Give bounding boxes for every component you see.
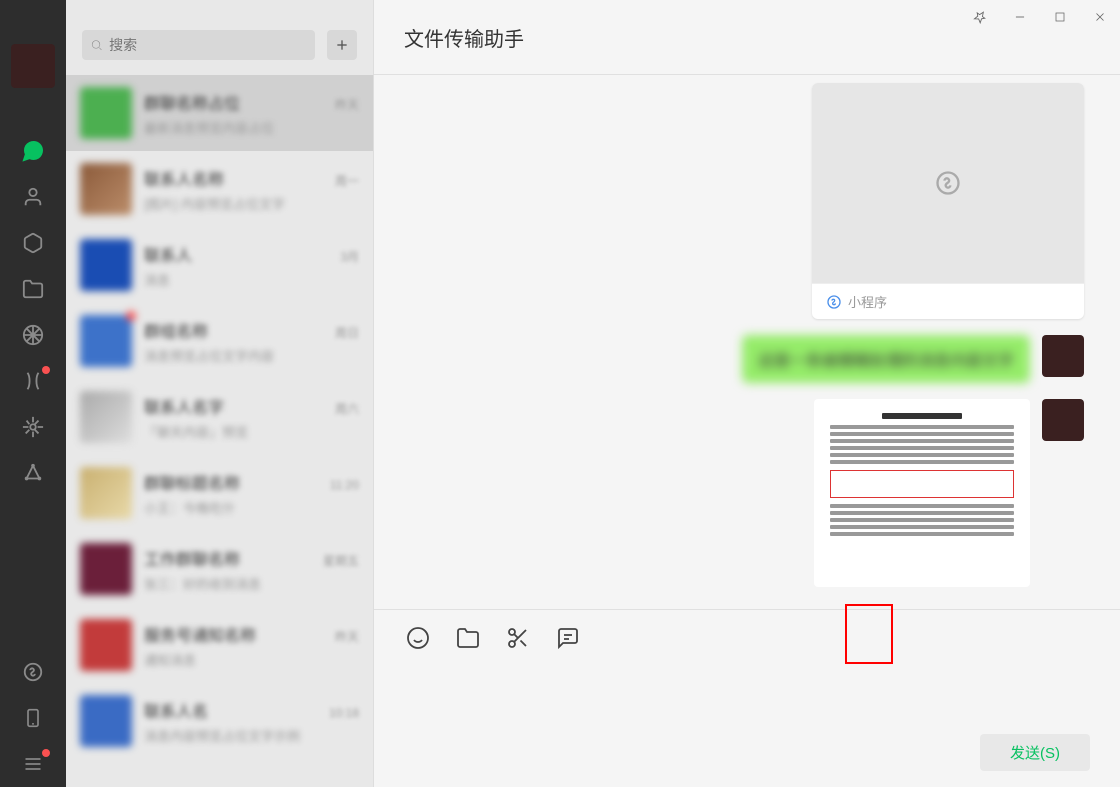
sender-avatar[interactable] xyxy=(1042,335,1084,377)
chat-list-panel: 群聊名称占位 昨天 最新消息预览内容占位 联系人名称 周一 [图片] 内容预览占… xyxy=(66,0,374,787)
sender-avatar[interactable] xyxy=(1042,399,1084,441)
chat-name: 工作群聊名称 xyxy=(144,546,240,570)
nav-chat[interactable] xyxy=(20,138,46,164)
minimize-button[interactable] xyxy=(1000,0,1040,34)
miniprogram-label: 小程序 xyxy=(848,292,887,311)
chat-time: 11:20 xyxy=(330,478,359,492)
my-avatar[interactable] xyxy=(11,44,55,88)
chat-avatar xyxy=(80,619,132,671)
chat-name: 群组名称 xyxy=(144,318,208,342)
nav-collect[interactable] xyxy=(20,230,46,256)
chat-time: 周一 xyxy=(335,172,359,189)
nav-rail xyxy=(0,0,66,787)
chat-avatar xyxy=(80,391,132,443)
main-chat: 文件传输助手 小程序 这是一条被模糊处理的消息内容文字 xyxy=(374,0,1120,787)
search-box[interactable] xyxy=(82,30,315,60)
chat-item[interactable]: 联系人名 10:18 消息内容预览占位文字示例 xyxy=(66,683,373,759)
nav-menu[interactable] xyxy=(20,751,46,777)
unread-badge xyxy=(126,311,136,321)
chat-preview: 消息 xyxy=(144,270,359,289)
chat-history-button[interactable] xyxy=(554,624,582,652)
nav-moments[interactable] xyxy=(20,322,46,348)
chat-name: 服务号通知名称 xyxy=(144,622,256,646)
menu-badge xyxy=(42,749,50,757)
chat-preview: [图片] 内容预览占位文字 xyxy=(144,194,359,213)
channels-badge xyxy=(42,366,50,374)
chat-avatar xyxy=(80,239,132,291)
composer: 发送(S) xyxy=(374,609,1120,787)
nav-phone[interactable] xyxy=(20,705,46,731)
miniprogram-tag-icon xyxy=(826,294,842,310)
text-message[interactable]: 这是一条被模糊处理的消息内容文字 xyxy=(742,335,1030,383)
chat-time: 周六 xyxy=(335,400,359,417)
chat-item[interactable]: 服务号通知名称 昨天 通知消息 xyxy=(66,607,373,683)
nav-files[interactable] xyxy=(20,276,46,302)
chat-time: 昨天 xyxy=(335,96,359,113)
maximize-button[interactable] xyxy=(1040,0,1080,34)
chat-item[interactable]: 群组名称 周日 消息预览占位文字内容 xyxy=(66,303,373,379)
chat-avatar xyxy=(80,543,132,595)
message-area: 小程序 这是一条被模糊处理的消息内容文字 xyxy=(374,75,1120,609)
nav-channels[interactable] xyxy=(20,368,46,394)
image-message[interactable] xyxy=(814,399,1030,587)
chat-preview: 消息内容预览占位文字示例 xyxy=(144,726,359,745)
chat-name: 联系人名字 xyxy=(144,394,224,418)
file-button[interactable] xyxy=(454,624,482,652)
miniprogram-icon xyxy=(934,169,962,197)
chat-preview: 消息预览占位文字内容 xyxy=(144,346,359,365)
chat-title: 文件传输助手 xyxy=(404,23,524,52)
chat-preview: 小王：今晚吃什 xyxy=(144,498,359,517)
chat-time: 10:18 xyxy=(329,706,359,720)
search-input[interactable] xyxy=(103,32,307,58)
nav-miniprogram-gear[interactable] xyxy=(20,414,46,440)
chat-preview: 张三：好的收到消息 xyxy=(144,574,359,593)
chat-name: 联系人 xyxy=(144,242,192,266)
close-button[interactable] xyxy=(1080,0,1120,34)
nav-miniprogram[interactable] xyxy=(20,659,46,685)
miniprogram-message[interactable]: 小程序 xyxy=(812,83,1084,319)
chat-name: 联系人名称 xyxy=(144,166,224,190)
chat-item[interactable]: 群聊名称占位 昨天 最新消息预览内容占位 xyxy=(66,75,373,151)
emoji-button[interactable] xyxy=(404,624,432,652)
chat-avatar xyxy=(80,163,132,215)
chat-name: 联系人名 xyxy=(144,698,208,722)
search-icon xyxy=(90,38,103,52)
chat-avatar xyxy=(80,467,132,519)
chat-time: 周日 xyxy=(335,324,359,341)
chat-preview: 通知消息 xyxy=(144,650,359,669)
chat-time: 昨天 xyxy=(335,628,359,645)
chat-time: 星期五 xyxy=(323,552,359,569)
chat-items: 群聊名称占位 昨天 最新消息预览内容占位 联系人名称 周一 [图片] 内容预览占… xyxy=(66,75,373,787)
chat-item[interactable]: 工作群聊名称 星期五 张三：好的收到消息 xyxy=(66,531,373,607)
chat-time: 3月 xyxy=(340,248,359,265)
send-button[interactable]: 发送(S) xyxy=(980,734,1090,771)
titlebar: 文件传输助手 xyxy=(374,0,1120,75)
chat-preview: 最新消息预览内容占位 xyxy=(144,118,359,137)
chat-name: 群聊名称占位 xyxy=(144,90,240,114)
add-button[interactable] xyxy=(327,30,357,60)
chat-item[interactable]: 联系人名称 周一 [图片] 内容预览占位文字 xyxy=(66,151,373,227)
pin-button[interactable] xyxy=(960,0,1000,34)
nav-contacts[interactable] xyxy=(20,184,46,210)
chat-item[interactable]: 联系人名字 周六 「聊天内容」预览 xyxy=(66,379,373,455)
screenshot-button[interactable] xyxy=(504,624,532,652)
nav-applets[interactable] xyxy=(20,460,46,486)
chat-avatar xyxy=(80,315,132,367)
chat-avatar xyxy=(80,695,132,747)
chat-item[interactable]: 联系人 3月 消息 xyxy=(66,227,373,303)
chat-item[interactable]: 群聊标题名称 11:20 小王：今晚吃什 xyxy=(66,455,373,531)
chat-preview: 「聊天内容」预览 xyxy=(144,422,359,441)
chat-name: 群聊标题名称 xyxy=(144,470,240,494)
chat-avatar xyxy=(80,87,132,139)
